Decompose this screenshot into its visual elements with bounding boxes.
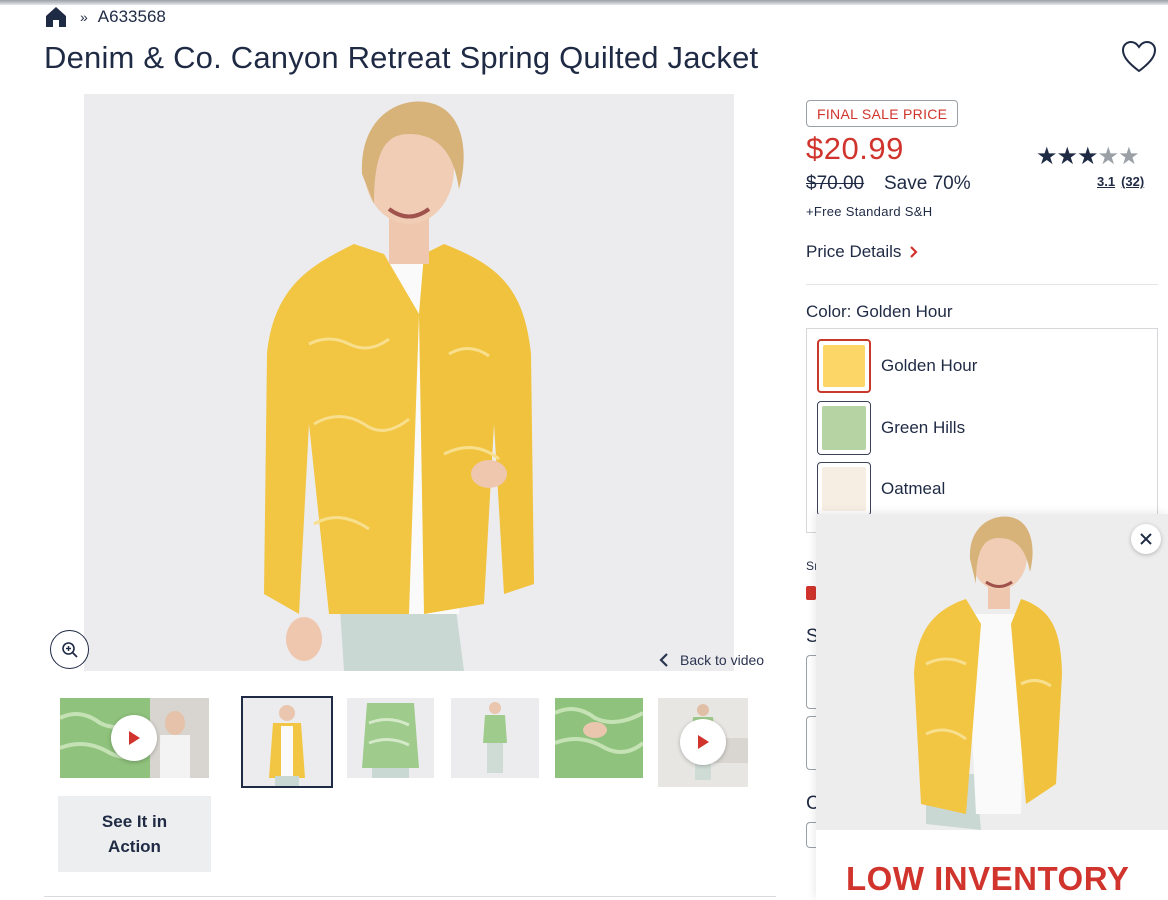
color-option-label: Golden Hour (881, 356, 978, 375)
low-inventory-banner: LOW INVENTORY (816, 830, 1168, 900)
partial-badge (806, 586, 816, 600)
home-icon[interactable] (44, 6, 68, 28)
divider (44, 896, 776, 897)
zoom-in-icon[interactable] (50, 630, 89, 669)
final-sale-badge: FINAL SALE PRICE (806, 100, 959, 127)
savings-text: Save 70% (884, 173, 971, 194)
star-icon: ★ (1097, 143, 1119, 170)
color-option-label: Green Hills (881, 418, 966, 437)
rating-summary: 3.1 (32) (1097, 174, 1144, 189)
color-swatch[interactable] (817, 462, 871, 516)
thumbnail-front-yellow[interactable] (241, 696, 333, 788)
color-option-golden-hour[interactable]: Golden Hour (817, 339, 977, 393)
sale-price: $20.99 (806, 131, 904, 166)
heart-icon[interactable] (1121, 40, 1157, 74)
color-label: Color: Golden Hour (806, 302, 952, 322)
breadcrumb: » A633568 (44, 6, 166, 28)
video-thumbnail-2[interactable] (658, 698, 748, 787)
star-icon: ★ (1056, 143, 1078, 170)
video-thumbnail-1[interactable] (60, 698, 209, 778)
color-swatch[interactable] (817, 339, 871, 393)
product-title: Denim & Co. Canyon Retreat Spring Quilte… (44, 40, 759, 75)
price-details-link[interactable]: Price Details (806, 242, 919, 262)
original-price: $70.00 (806, 173, 865, 194)
color-swatch[interactable] (817, 401, 871, 455)
star-icon: ★ (1036, 143, 1057, 170)
color-option-green-hills[interactable]: Green Hills (817, 401, 965, 455)
thumbnail-pocket-green[interactable] (555, 698, 643, 778)
star-icon: ★ (1077, 143, 1098, 170)
star-rating[interactable]: ★★★★★ (1036, 142, 1140, 171)
back-to-video-link[interactable]: Back to video (658, 650, 764, 670)
rating-average[interactable]: 3.1 (1097, 174, 1115, 189)
shipping-text: +Free Standard S&H (806, 204, 933, 219)
breadcrumb-separator: » (80, 9, 88, 25)
close-icon[interactable] (1131, 524, 1161, 554)
back-to-video-label: Back to video (680, 652, 765, 668)
color-option-label: Oatmeal (881, 479, 946, 498)
color-option-oatmeal[interactable]: Oatmeal (817, 462, 945, 516)
selected-color-name: Golden Hour (856, 302, 953, 321)
color-options: Golden Hour Green Hills Oatmeal (806, 328, 1158, 533)
chevron-left-icon (659, 653, 668, 667)
color-label-prefix: Color: (806, 302, 852, 321)
review-count-link[interactable]: (32) (1121, 174, 1144, 189)
play-icon[interactable] (111, 715, 157, 761)
thumbnail-full-green[interactable] (451, 698, 539, 778)
price-details-label: Price Details (806, 242, 902, 261)
chevron-right-icon (910, 246, 918, 258)
play-icon[interactable] (680, 719, 726, 765)
see-it-in-action-button[interactable]: See It in Action (58, 796, 211, 872)
star-icon: ★ (1118, 143, 1139, 170)
thumbnail-back-green[interactable] (347, 698, 434, 778)
divider (806, 284, 1158, 285)
breadcrumb-item-number[interactable]: A633568 (98, 7, 166, 27)
top-shadow-divider (0, 0, 1168, 5)
main-product-image[interactable] (84, 94, 734, 671)
